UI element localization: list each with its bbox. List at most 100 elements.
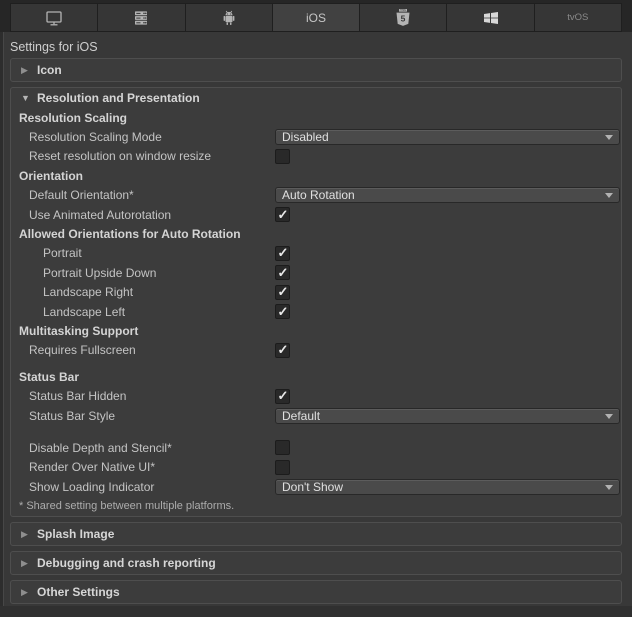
row-default-orientation: Default Orientation* Auto Rotation — [11, 186, 621, 205]
row-status-bar-hidden: Status Bar Hidden — [11, 386, 621, 405]
section-debugging: ▶ Debugging and crash reporting — [10, 551, 622, 575]
section-splash-image-title: Splash Image — [37, 527, 114, 541]
foldout-arrow-icon: ▶ — [21, 529, 37, 540]
spacer — [11, 360, 621, 367]
row-landscape-left: Landscape Left — [11, 302, 621, 321]
row-portrait: Portrait — [11, 244, 621, 263]
section-icon-header[interactable]: ▶ Icon — [11, 59, 621, 81]
group-header-label: Status Bar — [19, 370, 79, 384]
foldout-arrow-icon: ▶ — [21, 587, 37, 598]
disable-depth-stencil-checkbox[interactable] — [275, 440, 290, 455]
section-debugging-header[interactable]: ▶ Debugging and crash reporting — [11, 552, 621, 574]
row-render-over-native-ui: Render Over Native UI* — [11, 458, 621, 477]
dropdown-value: Default — [282, 409, 320, 423]
section-resolution: ▼ Resolution and Presentation Resolution… — [10, 87, 622, 517]
foldout-arrow-icon: ▶ — [21, 558, 37, 569]
section-resolution-title: Resolution and Presentation — [37, 91, 200, 105]
row-portrait-upside-down: Portrait Upside Down — [11, 263, 621, 282]
window-edge-bottom — [0, 606, 632, 617]
group-header-orientation: Orientation — [11, 166, 621, 185]
dropdown-arrow-icon — [605, 135, 613, 140]
tab-tvos-label: tvOS — [567, 12, 588, 23]
tab-webgl[interactable]: HTML 5 — [359, 3, 447, 32]
tab-tvos[interactable]: tvOS — [534, 3, 622, 32]
dropdown-arrow-icon — [605, 485, 613, 490]
section-splash-image: ▶ Splash Image — [10, 522, 622, 546]
status-bar-hidden-checkbox[interactable] — [275, 389, 290, 404]
platform-tabbar: iOS HTML 5 tvOS — [0, 0, 632, 32]
foldout-arrow-icon: ▶ — [21, 65, 37, 76]
tab-standalone[interactable] — [10, 3, 98, 32]
group-header-label: Resolution Scaling — [19, 111, 127, 125]
group-header-allowed-orientations: Allowed Orientations for Auto Rotation — [11, 224, 621, 243]
section-resolution-header[interactable]: ▼ Resolution and Presentation — [11, 88, 621, 108]
dropdown-value: Disabled — [282, 130, 329, 144]
svg-text:5: 5 — [401, 13, 406, 23]
group-header-multitasking: Multitasking Support — [11, 321, 621, 340]
server-icon — [131, 8, 151, 28]
landscape-left-checkbox[interactable] — [275, 304, 290, 319]
group-header-status-bar: Status Bar — [11, 367, 621, 386]
row-show-loading-indicator: Show Loading Indicator Don't Show — [11, 477, 621, 496]
use-animated-autorotation-label: Use Animated Autorotation — [29, 208, 171, 222]
reset-resolution-checkbox[interactable] — [275, 149, 290, 164]
default-orientation-dropdown[interactable]: Auto Rotation — [275, 187, 620, 203]
row-resolution-scaling-mode: Resolution Scaling Mode Disabled — [11, 127, 621, 146]
section-other-settings: ▶ Other Settings — [10, 580, 622, 604]
landscape-right-label: Landscape Right — [43, 285, 133, 299]
portrait-upside-down-checkbox[interactable] — [275, 265, 290, 280]
tab-ios[interactable]: iOS — [272, 3, 360, 32]
landscape-right-checkbox[interactable] — [275, 285, 290, 300]
render-over-native-ui-checkbox[interactable] — [275, 460, 290, 475]
group-header-label: Orientation — [19, 169, 83, 183]
section-icon: ▶ Icon — [10, 58, 622, 82]
tab-ios-label: iOS — [306, 11, 326, 25]
portrait-label: Portrait — [43, 246, 82, 260]
portrait-upside-down-label: Portrait Upside Down — [43, 266, 156, 280]
section-debugging-title: Debugging and crash reporting — [37, 556, 216, 570]
show-loading-indicator-label: Show Loading Indicator — [29, 480, 154, 494]
landscape-left-label: Landscape Left — [43, 305, 125, 319]
dropdown-value: Auto Rotation — [282, 188, 355, 202]
tab-android[interactable] — [185, 3, 273, 32]
tab-windows[interactable] — [446, 3, 534, 32]
portrait-checkbox[interactable] — [275, 246, 290, 261]
row-landscape-right: Landscape Right — [11, 283, 621, 302]
requires-fullscreen-label: Requires Fullscreen — [29, 343, 136, 357]
default-orientation-label: Default Orientation* — [29, 188, 134, 202]
status-bar-style-dropdown[interactable]: Default — [275, 408, 620, 424]
dropdown-value: Don't Show — [282, 480, 343, 494]
html5-shield-icon: HTML 5 — [394, 8, 412, 28]
monitor-icon — [44, 8, 64, 28]
shared-settings-footnote: * Shared setting between multiple platfo… — [11, 496, 621, 516]
status-bar-hidden-label: Status Bar Hidden — [29, 389, 126, 403]
disable-depth-stencil-label: Disable Depth and Stencil* — [29, 441, 172, 455]
use-animated-autorotation-checkbox[interactable] — [275, 207, 290, 222]
row-reset-resolution: Reset resolution on window resize — [11, 147, 621, 166]
row-requires-fullscreen: Requires Fullscreen — [11, 341, 621, 360]
section-splash-image-header[interactable]: ▶ Splash Image — [11, 523, 621, 545]
window-edge-left — [0, 32, 4, 617]
status-bar-style-label: Status Bar Style — [29, 409, 115, 423]
group-header-label: Allowed Orientations for Auto Rotation — [19, 227, 241, 241]
render-over-native-ui-label: Render Over Native UI* — [29, 460, 155, 474]
group-header-resolution-scaling: Resolution Scaling — [11, 108, 621, 127]
show-loading-indicator-dropdown[interactable]: Don't Show — [275, 479, 620, 495]
svg-text:HTML: HTML — [400, 9, 407, 12]
page-title: Settings for iOS — [0, 32, 632, 58]
spacer — [11, 425, 621, 438]
resolution-scaling-mode-label: Resolution Scaling Mode — [29, 130, 162, 144]
section-other-settings-header[interactable]: ▶ Other Settings — [11, 581, 621, 603]
requires-fullscreen-checkbox[interactable] — [275, 343, 290, 358]
dropdown-arrow-icon — [605, 193, 613, 198]
section-other-settings-title: Other Settings — [37, 585, 120, 599]
windows-icon — [482, 9, 500, 27]
tab-dedicated-server[interactable] — [97, 3, 185, 32]
section-icon-title: Icon — [37, 63, 62, 77]
android-icon — [219, 8, 239, 28]
reset-resolution-label: Reset resolution on window resize — [29, 149, 211, 163]
resolution-scaling-mode-dropdown[interactable]: Disabled — [275, 129, 620, 145]
row-disable-depth-stencil: Disable Depth and Stencil* — [11, 438, 621, 457]
group-header-label: Multitasking Support — [19, 324, 138, 338]
row-use-animated-autorotation: Use Animated Autorotation — [11, 205, 621, 224]
